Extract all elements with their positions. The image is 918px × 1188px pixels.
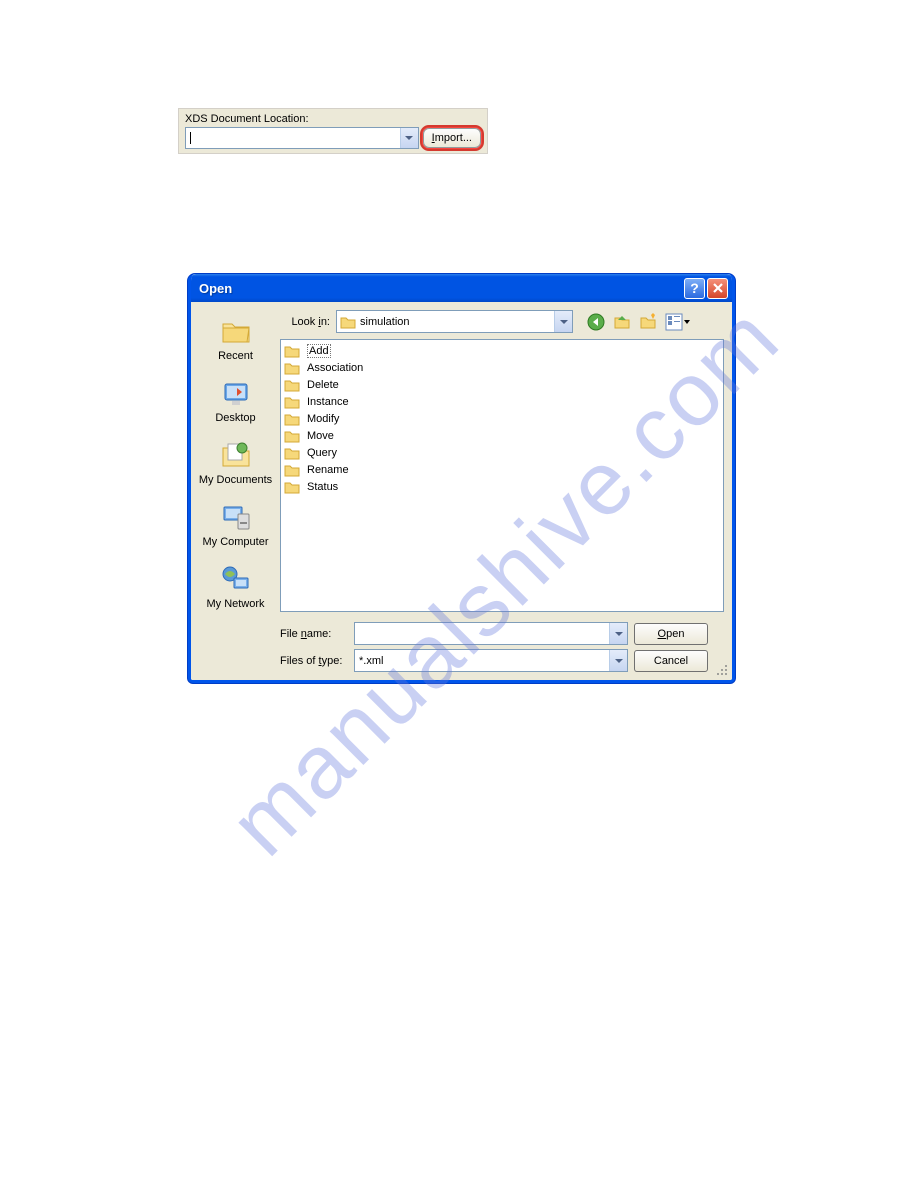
list-item[interactable]: Add [283,342,721,359]
folder-icon [284,378,300,392]
bottom-rows: File name: Open Files of type: *.xml Can… [280,612,724,680]
dropdown-arrow-icon[interactable] [609,623,627,644]
folder-name: Instance [307,396,349,408]
desktop-icon [220,378,252,410]
filetype-value: *.xml [359,655,383,667]
documents-icon [220,440,252,472]
dialog-body: Recent Desktop My Documents My Computer … [191,302,732,680]
main-area: Look in: simulation Ad [280,308,732,680]
list-item[interactable]: Association [283,359,721,376]
folder-icon [284,344,300,358]
list-item[interactable]: Query [283,444,721,461]
filetype-row: Files of type: *.xml Cancel [280,649,724,672]
dialog-title: Open [199,281,682,296]
folder-icon [284,361,300,375]
filetype-combo[interactable]: *.xml [354,649,628,672]
places-mydocuments[interactable]: My Documents [197,436,275,490]
places-recent[interactable]: Recent [197,312,275,366]
list-item[interactable]: Modify [283,410,721,427]
lookin-combo[interactable]: simulation [336,310,573,333]
filename-label: File name: [280,628,348,640]
views-button[interactable] [665,313,691,331]
folder-name: Delete [307,379,339,391]
computer-icon [220,502,252,534]
list-item[interactable]: Delete [283,376,721,393]
folder-name: Modify [307,413,339,425]
resize-grip-icon[interactable] [716,664,728,676]
lookin-value: simulation [360,316,410,328]
toolbar [587,313,691,331]
folder-icon [220,316,252,348]
list-item[interactable]: Move [283,427,721,444]
place-label: My Documents [199,474,272,486]
cancel-button[interactable]: Cancel [634,650,708,672]
titlebar: Open ? [191,274,732,302]
filetype-label: Files of type: [280,655,348,667]
list-item[interactable]: Rename [283,461,721,478]
places-mynetwork[interactable]: My Network [197,560,275,614]
place-label: My Network [206,598,264,610]
folder-name: Status [307,481,338,493]
dropdown-arrow-icon[interactable] [554,311,572,332]
folder-icon [284,480,300,494]
xds-row: Import... [185,127,481,149]
close-icon [712,282,724,294]
folder-name: Move [307,430,334,442]
places-bar: Recent Desktop My Documents My Computer … [191,308,280,680]
import-button[interactable]: Import... [423,128,481,148]
lookin-label: Look in: [280,316,330,328]
lookin-row: Look in: simulation [280,308,724,339]
filename-input[interactable] [354,622,628,645]
folder-name: Query [307,447,337,459]
xds-panel: XDS Document Location: Import... [178,108,488,154]
help-button[interactable]: ? [684,278,705,299]
filename-row: File name: Open [280,622,724,645]
dropdown-arrow-icon[interactable] [609,650,627,671]
back-icon[interactable] [587,313,605,331]
xds-location-label: XDS Document Location: [185,113,481,125]
folder-icon [284,446,300,460]
network-icon [220,564,252,596]
open-dialog: Open ? Recent Desktop My Documents My Co… [188,274,735,683]
xds-location-input[interactable] [185,127,419,149]
up-folder-icon[interactable] [613,313,631,331]
dropdown-arrow-icon[interactable] [400,128,418,148]
place-label: Desktop [215,412,255,424]
open-button[interactable]: Open [634,623,708,645]
new-folder-icon[interactable] [639,313,657,331]
folder-name: Add [307,344,331,358]
folder-icon [284,429,300,443]
folder-icon [284,463,300,477]
chevron-down-icon [683,314,691,330]
list-item[interactable]: Status [283,478,721,495]
views-icon [665,313,683,331]
places-desktop[interactable]: Desktop [197,374,275,428]
text-cursor [190,132,191,144]
place-label: Recent [218,350,253,362]
places-mycomputer[interactable]: My Computer [197,498,275,552]
list-item[interactable]: Instance [283,393,721,410]
folder-name: Association [307,362,363,374]
close-button[interactable] [707,278,728,299]
place-label: My Computer [202,536,268,548]
folder-name: Rename [307,464,349,476]
folder-icon [284,412,300,426]
folder-icon [284,395,300,409]
file-list[interactable]: Add Association Delete Instance Modify M… [280,339,724,612]
folder-icon [340,315,356,329]
